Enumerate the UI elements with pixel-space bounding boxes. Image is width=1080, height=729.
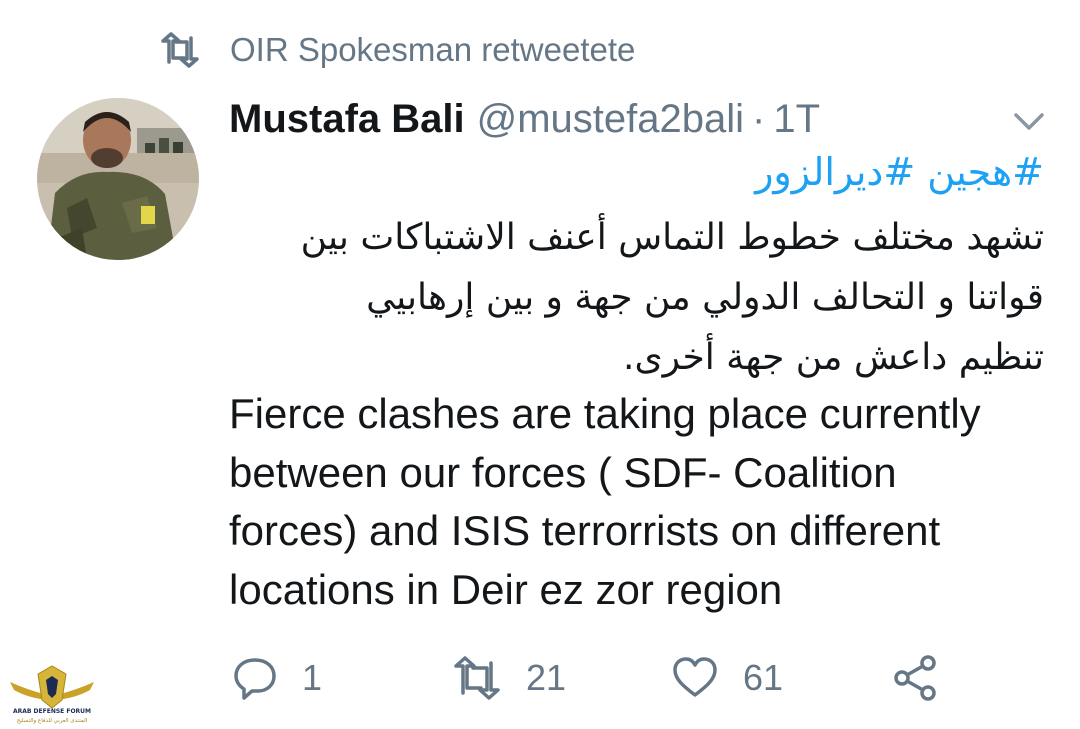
retweet-context[interactable]: OIR Spokesman retweetete <box>160 30 635 70</box>
like-count: 61 <box>743 657 784 698</box>
reply-button[interactable]: 1 <box>232 650 322 706</box>
forum-watermark-logo: ARAB DEFENSE FORUM المنتدى العربي للدفاع… <box>8 660 96 725</box>
reply-icon <box>234 658 276 700</box>
retweet-icon <box>454 656 500 700</box>
arabic-line: تشهد مختلف خطوط التماس أعنف الاشتباكات ب… <box>300 217 1044 258</box>
arabic-line: تنظيم داعش من جهة أخرى. <box>623 337 1044 378</box>
retweet-icon <box>161 32 199 68</box>
heart-icon <box>673 657 717 697</box>
tweet-actions: 1 21 61 <box>0 650 1080 710</box>
hashtag-link[interactable]: #ديرالزور <box>755 150 915 194</box>
retweeter-label: OIR Spokesman retweetete <box>230 31 636 68</box>
english-line: between our forces ( SDF- Coalition <box>229 448 897 496</box>
avatar[interactable] <box>37 98 199 260</box>
tweet-text-english: Fierce clashes are taking place currentl… <box>229 385 1049 619</box>
hashtag-line: #هجين #ديرالزور <box>743 150 1044 194</box>
author-name[interactable]: Mustafa Bali <box>229 97 465 142</box>
chevron-down-icon[interactable] <box>1012 108 1046 134</box>
share-button[interactable] <box>890 650 940 706</box>
avatar-image <box>37 98 199 260</box>
author-handle[interactable]: @mustefa2bali <box>477 97 744 142</box>
tweet-header: Mustafa Bali @mustefa2bali · 1T <box>229 94 820 144</box>
retweet-count: 21 <box>526 657 567 698</box>
hashtag-link[interactable]: #هجين <box>927 150 1044 194</box>
svg-text:ARAB DEFENSE FORUM: ARAB DEFENSE FORUM <box>13 708 91 715</box>
english-line: forces) and ISIS terrorrists on differen… <box>229 507 941 554</box>
tweet-text-arabic: تشهد مختلف خطوط التماس أعنف الاشتباكات ب… <box>224 208 1044 388</box>
english-line: locations in Deir ez zor region <box>229 565 783 613</box>
arabic-line: قواتنا و التحالف الدولي من جهة و بين إره… <box>366 277 1044 318</box>
svg-text:المنتدى العربي للدفاع والتسليح: المنتدى العربي للدفاع والتسليح <box>17 718 88 724</box>
tweet-timestamp[interactable]: 1T <box>773 97 820 142</box>
english-line: Fierce clashes are taking place currentl… <box>229 390 981 437</box>
separator-dot: · <box>752 96 766 141</box>
like-button[interactable]: 61 <box>671 650 783 706</box>
share-icon <box>894 655 936 701</box>
reply-count: 1 <box>302 657 323 698</box>
retweet-button[interactable]: 21 <box>452 650 566 706</box>
